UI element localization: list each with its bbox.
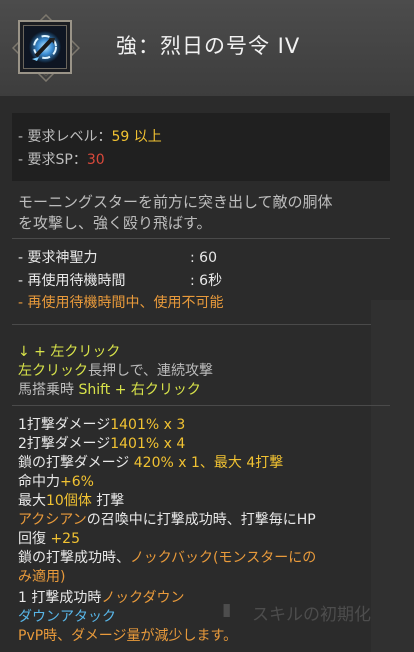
chain-value: 420% x 1、最大 4打撃 [133, 455, 284, 471]
mounted-prefix: 馬搭乗時 [18, 382, 79, 398]
effect-accuracy: 命中力+6% [18, 473, 94, 491]
max-value: 10個体 [46, 493, 92, 509]
pvp-note: PvP時、ダメージ量が減少します。 [18, 628, 238, 644]
recovery-value: +25 [50, 531, 80, 547]
sp-value: 30 [86, 152, 105, 168]
level-label: - 要求レベル： [18, 129, 112, 145]
control-hold-left-click: 左クリック長押しで、連続攻撃 [18, 362, 213, 380]
accuracy-label: 命中力 [18, 474, 60, 490]
knockdown-value: ノックダウン [101, 590, 185, 606]
control-down-left-click: ↓ + 左クリック [18, 344, 121, 360]
shift-right-click-key: Shift + 右クリック [78, 382, 201, 398]
sp-requirement: - 要求SP：30 [18, 151, 105, 169]
knockback-prefix: 鎖の打撃成功時、 [18, 550, 130, 566]
sp-label: - 要求SP： [18, 152, 87, 168]
effect-recovery: 回復 +25 [18, 530, 80, 548]
background-panel [371, 300, 414, 652]
chain-label: 鎖の打撃ダメージ [18, 455, 134, 471]
divider [12, 324, 390, 325]
hold-text: 長押しで、連続攻撃 [88, 363, 214, 379]
left-click-key: 左クリック [18, 363, 88, 379]
effect-hit-1: 1打撃ダメージ1401% x 3 [18, 416, 185, 434]
effect-down-attack: ダウンアタック [18, 609, 116, 625]
skill-reset-label[interactable]: スキルの初期化 [252, 600, 371, 625]
effect-knockback: 鎖の打撃成功時、ノックバック(モンスターにの [18, 549, 316, 567]
description-line-1: モーニングスターを前方に突き出して敵の胴体 [18, 193, 333, 211]
knockback-value-continued: み適用) [18, 569, 66, 585]
level-value: 59 以上 [111, 129, 162, 145]
hit1-value: 1401% x 3 [110, 417, 186, 433]
effect-acshian: アクシアンの召喚中に打撃成功時、打撃毎にHP [18, 511, 316, 529]
control-mounted: 馬搭乗時 Shift + 右クリック [18, 381, 201, 399]
morning-star-skill-icon [23, 25, 67, 69]
effect-chain-damage: 鎖の打撃ダメージ 420% x 1、最大 4打撃 [18, 454, 283, 472]
acshian-text: の召喚中に打撃成功時、打撃毎にHP [86, 512, 316, 528]
cooldown-label: - 再使用待機時間 [18, 273, 126, 289]
level-requirement: - 要求レベル：59 以上 [18, 128, 162, 146]
effect-hit-2: 2打撃ダメージ1401% x 4 [18, 435, 185, 453]
divider [12, 238, 390, 239]
knockback-value: ノックバック(モンスターにの [130, 550, 317, 566]
hit2-value: 1401% x 4 [110, 436, 186, 452]
skill-tooltip: 強：烈日の号令 IV - 要求レベル：59 以上 - 要求SP：30 モーニング… [0, 0, 414, 652]
knockdown-prefix: 1 打撃成功時 [18, 590, 102, 606]
tooltip-header: 強：烈日の号令 IV [0, 0, 414, 96]
divine-power-label: - 要求神聖力 [18, 250, 98, 266]
skill-title: 強：烈日の号令 IV [116, 34, 301, 58]
description-line-2: を攻撃し、強く殴り飛ばす。 [18, 214, 212, 232]
max-suffix: 打撃 [91, 493, 125, 509]
reset-icon: ▮ [222, 600, 232, 620]
cooldown-value: : 6秒 [190, 273, 223, 289]
recovery-label: 回復 [18, 531, 51, 547]
divider [12, 405, 390, 406]
requirements-box: - 要求レベル：59 以上 - 要求SP：30 [12, 113, 390, 181]
accuracy-value: +6% [60, 474, 94, 490]
effect-max-targets: 最大10個体 打撃 [18, 492, 124, 510]
max-prefix: 最大 [18, 493, 46, 509]
hit2-label: 2打撃ダメージ [18, 436, 111, 452]
cooldown-note: - 再使用待機時間中、使用不可能 [18, 295, 224, 311]
effect-knockdown: 1 打撃成功時ノックダウン [18, 589, 185, 607]
divine-power-value: : 60 [190, 250, 217, 266]
hit1-label: 1打撃ダメージ [18, 417, 111, 433]
skill-icon-frame[interactable] [18, 20, 72, 74]
acshian-name: アクシアン [18, 512, 87, 528]
